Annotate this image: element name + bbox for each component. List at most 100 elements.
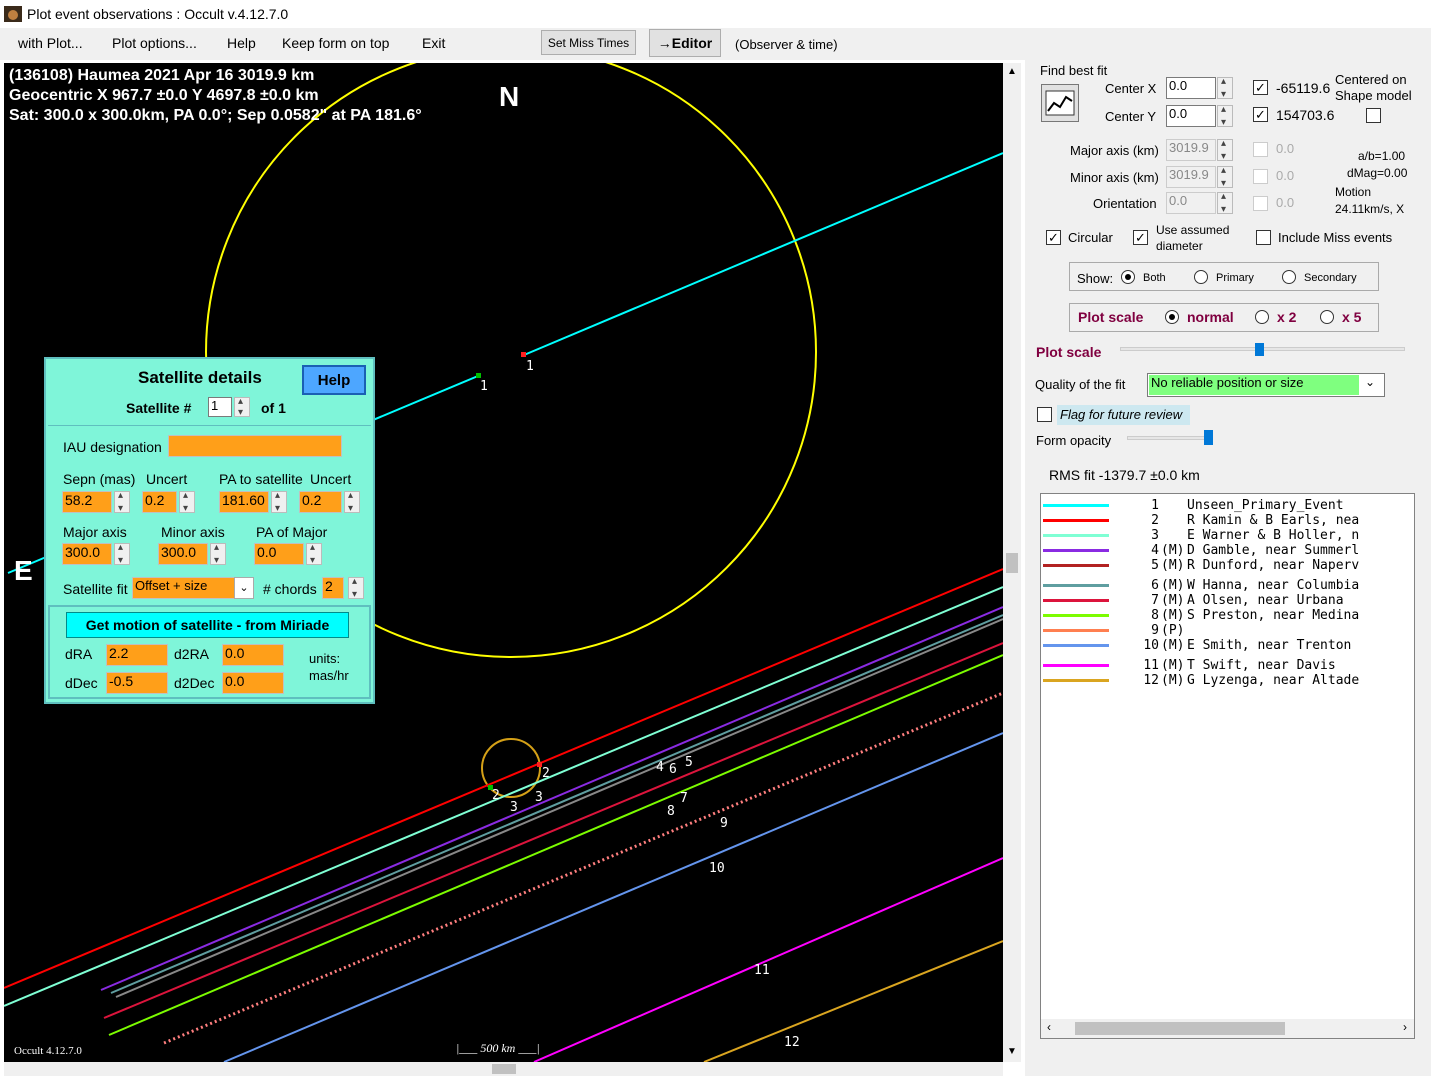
- pa-uncert-input[interactable]: 0.2: [299, 491, 342, 513]
- legend-row[interactable]: 4 (M) D Gamble, near Summerl: [1041, 543, 1414, 558]
- center-y-spinner[interactable]: [1217, 104, 1233, 128]
- major-axis-input[interactable]: 300.0: [62, 543, 112, 565]
- form-opacity-slider-thumb[interactable]: [1204, 430, 1213, 445]
- minor-axis-km-input[interactable]: 3019.9: [1166, 166, 1216, 188]
- sepn-spinner[interactable]: [114, 490, 130, 514]
- chords-input[interactable]: 2: [322, 577, 344, 599]
- plot-vertical-scrollbar[interactable]: ▲ ▼: [1003, 63, 1021, 1062]
- legend-index: 6: [1151, 578, 1159, 593]
- pa-input[interactable]: 181.60: [219, 491, 269, 513]
- vscroll-thumb[interactable]: [1006, 553, 1018, 573]
- sepn-uncert-input[interactable]: 0.2: [142, 491, 177, 513]
- pa-spinner[interactable]: [271, 490, 287, 514]
- rms-fit-label: RMS fit -1379.7 ±0.0 km: [1049, 467, 1200, 483]
- minor-axis-km-spinner[interactable]: [1217, 165, 1233, 189]
- orientation-spinner[interactable]: [1217, 191, 1233, 215]
- legend-row[interactable]: 12 (M) G Lyzenga, near Altade: [1041, 673, 1414, 688]
- include-miss-checkbox[interactable]: [1256, 230, 1271, 245]
- sepn-uncert-spinner[interactable]: [179, 490, 195, 514]
- minor-axis-fit-checkbox[interactable]: [1253, 169, 1268, 184]
- show-both-radio[interactable]: [1121, 270, 1135, 284]
- center-y-checkbox[interactable]: ✓: [1253, 107, 1268, 122]
- major-axis-spinner[interactable]: [114, 542, 130, 566]
- legend-scroll-thumb[interactable]: [1075, 1022, 1285, 1035]
- legend-row[interactable]: 5 (M) R Dunford, near Naperv: [1041, 558, 1414, 573]
- orientation-input[interactable]: 0.0: [1166, 192, 1216, 214]
- get-motion-button[interactable]: Get motion of satellite - from Miriade: [66, 612, 349, 638]
- pa-label: PA to satellite: [219, 471, 303, 487]
- form-opacity-slider[interactable]: [1127, 436, 1212, 440]
- legend-row[interactable]: 6 (M) W Hanna, near Columbia: [1041, 578, 1414, 593]
- chords-spinner[interactable]: [348, 576, 364, 600]
- chevron-down-icon[interactable]: ⌄: [234, 577, 254, 599]
- center-x-label: Center X: [1105, 81, 1157, 96]
- center-x-input[interactable]: 0.0: [1166, 77, 1216, 99]
- legend-row[interactable]: 8 (M) S Preston, near Medina: [1041, 608, 1414, 623]
- legend-observer-name: R Kamin & B Earls, nea: [1187, 513, 1360, 528]
- menu-exit[interactable]: Exit: [422, 35, 445, 51]
- d2ra-input[interactable]: 0.0: [222, 644, 284, 666]
- best-fit-button[interactable]: [1041, 84, 1079, 122]
- legend-row[interactable]: 3 E Warner & B Holler, n: [1041, 528, 1414, 543]
- legend-row[interactable]: 7 (M) A Olsen, near Urbana: [1041, 593, 1414, 608]
- legend-row[interactable]: 10 (M) E Smith, near Trenton: [1041, 638, 1414, 653]
- chevron-down-icon[interactable]: ▼: [1007, 1046, 1017, 1057]
- center-x-checkbox[interactable]: ✓: [1253, 80, 1268, 95]
- minor-axis-spinner[interactable]: [210, 542, 226, 566]
- satellite-fit-label: Satellite fit: [63, 581, 128, 597]
- d2dec-input[interactable]: 0.0: [222, 672, 284, 694]
- ddec-input[interactable]: -0.5: [106, 672, 168, 694]
- legend-row[interactable]: 11 (M) T Swift, near Davis: [1041, 658, 1414, 673]
- observer-legend-list[interactable]: 1 Unseen_Primary_Event 2 R Kamin & B Earls,…: [1040, 493, 1415, 1039]
- plot-horizontal-scrollbar[interactable]: [4, 1062, 1003, 1076]
- scale-x5-radio[interactable]: [1320, 310, 1334, 324]
- flag-review-checkbox[interactable]: [1037, 407, 1052, 422]
- menu-with-plot[interactable]: with Plot...: [18, 35, 83, 51]
- menu-help[interactable]: Help: [227, 35, 256, 51]
- legend-flag: (M): [1161, 638, 1185, 653]
- menu-plot-options[interactable]: Plot options...: [112, 35, 197, 51]
- scale-normal-radio[interactable]: [1165, 310, 1179, 324]
- sepn-input[interactable]: 58.2: [62, 491, 112, 513]
- iau-designation-input[interactable]: [168, 435, 342, 457]
- set-miss-times-button[interactable]: Set Miss Times: [541, 30, 636, 55]
- pa-major-input[interactable]: 0.0: [254, 543, 304, 565]
- major-axis-fit-checkbox[interactable]: [1253, 142, 1268, 157]
- pa-uncert-spinner[interactable]: [344, 490, 360, 514]
- chevron-up-icon[interactable]: ▲: [1007, 66, 1017, 77]
- satellite-help-button[interactable]: Help: [302, 365, 366, 395]
- dra-input[interactable]: 2.2: [106, 644, 168, 666]
- center-x-spinner[interactable]: [1217, 76, 1233, 100]
- editor-button[interactable]: →Editor: [649, 29, 721, 57]
- scale-x2-radio[interactable]: [1255, 310, 1269, 324]
- pa-major-spinner[interactable]: [306, 542, 322, 566]
- use-assumed-diameter-checkbox[interactable]: ✓: [1133, 230, 1148, 245]
- major-axis-km-input[interactable]: 3019.9: [1166, 139, 1216, 161]
- major-axis-fit-value: 0.0: [1276, 141, 1295, 156]
- major-axis-km-spinner[interactable]: [1217, 138, 1233, 162]
- circular-checkbox[interactable]: ✓: [1046, 230, 1061, 245]
- satellite-number-input[interactable]: 1: [208, 397, 232, 417]
- legend-row[interactable]: 2 R Kamin & B Earls, nea: [1041, 513, 1414, 528]
- legend-flag: (M): [1161, 673, 1185, 688]
- plot-scale-slider-thumb[interactable]: [1255, 343, 1264, 356]
- chevron-right-icon[interactable]: ›: [1403, 1020, 1407, 1034]
- orientation-fit-checkbox[interactable]: [1253, 196, 1268, 211]
- minor-axis-input[interactable]: 300.0: [158, 543, 208, 565]
- hscroll-thumb[interactable]: [492, 1064, 516, 1074]
- event-header-line-2: Geocentric X 967.7 ±0.0 Y 4697.8 ±0.0 km: [9, 87, 319, 104]
- chevron-left-icon[interactable]: ‹: [1047, 1020, 1051, 1034]
- use-assumed-label: Use assumed: [1156, 223, 1230, 237]
- chevron-down-icon[interactable]: ⌄: [1365, 375, 1375, 389]
- legend-row[interactable]: 9 (P): [1041, 623, 1414, 638]
- legend-observer-name: W Hanna, near Columbia: [1187, 578, 1360, 593]
- show-primary-radio[interactable]: [1194, 270, 1208, 284]
- menu-keep-on-top[interactable]: Keep form on top: [282, 35, 389, 51]
- legend-row[interactable]: 1 Unseen_Primary_Event: [1041, 498, 1414, 513]
- center-y-input[interactable]: 0.0: [1166, 105, 1216, 127]
- legend-horizontal-scrollbar[interactable]: ‹ ›: [1041, 1019, 1414, 1038]
- show-secondary-radio[interactable]: [1282, 270, 1296, 284]
- shape-model-checkbox[interactable]: [1366, 108, 1381, 123]
- satellite-number-spinner[interactable]: [234, 396, 250, 418]
- satellite-count-label: of 1: [261, 400, 286, 416]
